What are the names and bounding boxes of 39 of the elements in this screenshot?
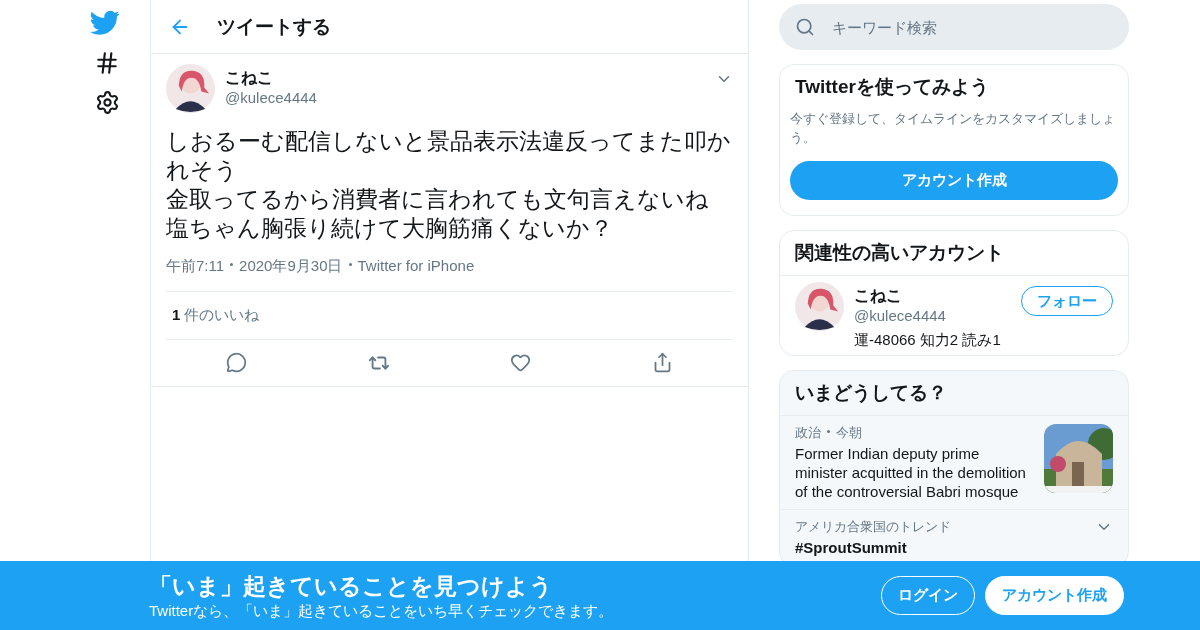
search-icon bbox=[795, 17, 815, 37]
trend-context: 今朝 bbox=[836, 424, 862, 442]
tweet-meta: 2020年9月30日 bbox=[239, 257, 343, 276]
settings-icon[interactable] bbox=[95, 90, 120, 115]
trend-context: アメリカ合衆国のトレンド bbox=[795, 518, 951, 536]
user-handle[interactable]: @kulece4444 bbox=[225, 89, 705, 106]
search-field[interactable]: キーワード検索 bbox=[779, 4, 1129, 50]
avatar bbox=[166, 64, 215, 113]
reply-icon[interactable] bbox=[226, 352, 248, 373]
trend-context: 政治 bbox=[795, 424, 821, 442]
separator-dot bbox=[827, 430, 830, 433]
user-name[interactable]: こねこ bbox=[854, 286, 1011, 307]
hashtag-icon[interactable] bbox=[94, 50, 120, 76]
news-headline[interactable]: Former Indian deputy prime minister acquitted in the demolition of the controversial Babri mosque bbox=[795, 444, 1034, 501]
tweet-text: しおるーむ配信しないと景品表示法違反ってまた叩かれそう 金取ってるから消費者に言われても文句言えないね 塩ちゃん胸張り続けて大胸筋痛くないか？ bbox=[166, 127, 732, 243]
card-title: いまどうしてる？ bbox=[780, 371, 1128, 416]
user-name[interactable]: こねこ bbox=[225, 68, 705, 89]
separator-dot bbox=[348, 263, 352, 266]
card-title: Twitterを使ってみよう bbox=[794, 75, 990, 99]
signup-button[interactable]: アカウント作成 bbox=[790, 161, 1118, 200]
user-handle[interactable]: @kulece4444 bbox=[854, 307, 1011, 324]
like-label[interactable]: 件のいいね bbox=[184, 306, 260, 325]
avatar bbox=[795, 282, 844, 331]
page-title: ツイートする bbox=[217, 14, 331, 39]
tweet-meta: 午前7:11 bbox=[166, 257, 225, 276]
banner-title: 「いま」起きていることを見つけよう bbox=[149, 571, 554, 601]
heart-icon[interactable] bbox=[510, 352, 532, 373]
like-count[interactable]: 1 bbox=[172, 306, 181, 325]
signup-button[interactable]: アカウント作成 bbox=[985, 576, 1124, 615]
bird-icon[interactable] bbox=[90, 10, 120, 36]
search-input[interactable]: キーワード検索 bbox=[830, 17, 1113, 37]
banner-subtitle: Twitterなら、「いま」起きていることをいち早くチェックできます。 bbox=[149, 601, 615, 621]
card-text: 今すぐ登録して、タイムラインをカスタマイズしましょう。 bbox=[789, 110, 1116, 147]
trend-hashtag[interactable]: #SproutSummit bbox=[795, 538, 1085, 557]
follow-button[interactable]: フォロー bbox=[1021, 286, 1113, 316]
separator-dot bbox=[230, 263, 234, 266]
card-title: 関連性の高いアカウント bbox=[794, 241, 1005, 265]
tweet-meta[interactable]: Twitter for iPhone bbox=[357, 257, 475, 276]
user-bio: 運-48066 知力2 読み1 bbox=[854, 330, 1002, 349]
